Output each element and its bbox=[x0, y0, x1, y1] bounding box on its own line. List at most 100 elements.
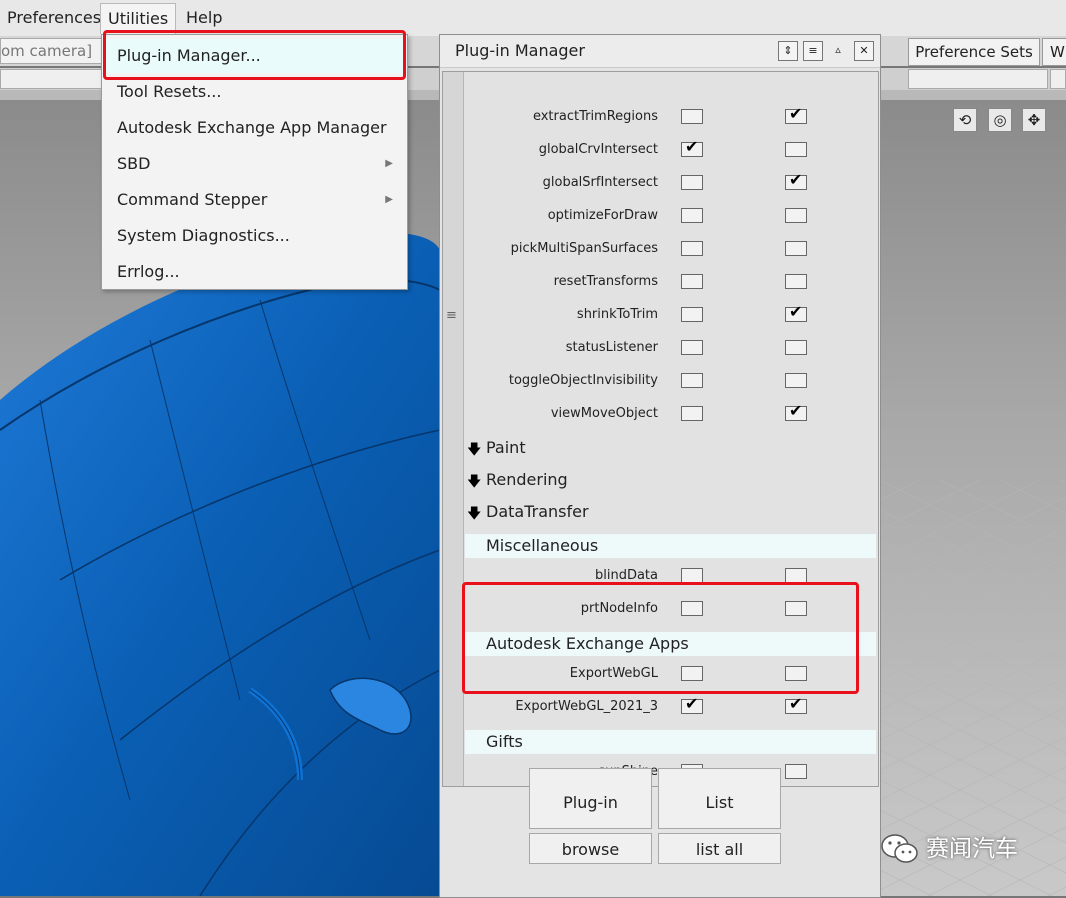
autoload-checkbox[interactable] bbox=[785, 601, 807, 616]
checkmark-icon: ✔ bbox=[685, 137, 699, 156]
list-sidebar: ≡ bbox=[443, 72, 464, 786]
resize-icon[interactable]: ⇕ bbox=[778, 41, 798, 61]
loaded-checkbox[interactable]: ✔ bbox=[681, 137, 703, 157]
submenu-arrow-icon: ▶ bbox=[385, 158, 393, 169]
plugin-row: toggleObjectInvisibility bbox=[465, 364, 876, 397]
section-gifts[interactable]: Gifts bbox=[465, 730, 876, 754]
loaded-checkbox[interactable] bbox=[681, 241, 703, 256]
menu-item-tool-resets[interactable]: Tool Resets... bbox=[103, 75, 405, 109]
viewport-tumble-icon[interactable]: ⟲ bbox=[953, 108, 977, 132]
window-title-bar[interactable]: Plug-in Manager ⇕ ≡ ▵ ✕ bbox=[440, 35, 880, 68]
autoload-checkbox[interactable] bbox=[785, 142, 807, 157]
viewport-zoom-icon[interactable]: ◎ bbox=[988, 108, 1012, 132]
menu-item-sbd[interactable]: SBD ▶ bbox=[103, 147, 405, 181]
menu-preferences[interactable]: Preferences bbox=[0, 3, 108, 33]
section-miscellaneous[interactable]: Miscellaneous bbox=[465, 534, 876, 558]
plugin-manager-window: Plug-in Manager ⇕ ≡ ▵ ✕ ≡ extractTrimReg… bbox=[439, 34, 881, 898]
autoload-checkbox[interactable]: ✔ bbox=[785, 104, 807, 124]
menu-item-errlog[interactable]: Errlog... bbox=[103, 255, 405, 289]
plugin-row: extractTrimRegions ✔ bbox=[465, 100, 876, 133]
autoload-checkbox[interactable] bbox=[785, 241, 807, 256]
menu-item-command-stepper[interactable]: Command Stepper ▶ bbox=[103, 183, 405, 217]
grip-icon[interactable]: ≡ bbox=[446, 308, 457, 323]
menu-item-plugin-manager[interactable]: Plug-in Manager... bbox=[103, 39, 405, 73]
menu-bar: Preferences Utilities Help bbox=[0, 0, 1066, 37]
loaded-checkbox[interactable] bbox=[681, 406, 703, 421]
autoload-checkbox[interactable]: ✔ bbox=[785, 302, 807, 322]
menu-item-label: Plug-in Manager... bbox=[117, 46, 261, 65]
checkmark-icon: ✔ bbox=[789, 104, 803, 123]
autoload-checkbox[interactable] bbox=[785, 764, 807, 779]
loaded-checkbox[interactable] bbox=[681, 373, 703, 388]
section-label: Rendering bbox=[486, 470, 568, 489]
section-rendering[interactable]: 🡇 Rendering bbox=[465, 464, 876, 496]
plugin-list[interactable]: ≡ extractTrimRegions ✔ globalCrvIntersec… bbox=[442, 71, 879, 787]
autoload-checkbox[interactable] bbox=[785, 340, 807, 355]
plugin-row: prtNodeInfo bbox=[465, 592, 876, 625]
plugin-name: viewMoveObject bbox=[550, 406, 658, 421]
submenu-arrow-icon: ▶ bbox=[385, 194, 393, 205]
checkmark-icon: ✔ bbox=[789, 401, 803, 420]
viewport-pan-icon[interactable]: ✥ bbox=[1022, 108, 1046, 132]
shelf-field-right[interactable] bbox=[908, 69, 1048, 89]
loaded-checkbox[interactable] bbox=[681, 109, 703, 124]
plugin-name: optimizeForDraw bbox=[547, 208, 658, 223]
loaded-checkbox[interactable] bbox=[681, 175, 703, 190]
checkmark-icon: ✔ bbox=[789, 302, 803, 321]
menu-item-label: Autodesk Exchange App Manager bbox=[117, 118, 387, 137]
autoload-checkbox[interactable]: ✔ bbox=[785, 694, 807, 714]
shelf-field-far-right[interactable] bbox=[1050, 69, 1066, 89]
plugin-row: resetTransforms bbox=[465, 265, 876, 298]
plugin-name: statusListener bbox=[565, 340, 658, 355]
menu-lines-icon[interactable]: ≡ bbox=[803, 41, 823, 61]
section-paint[interactable]: 🡇 Paint bbox=[465, 432, 876, 464]
preference-sets-button[interactable]: Preference Sets bbox=[908, 38, 1040, 66]
shelf-field-left[interactable] bbox=[0, 69, 102, 89]
loaded-checkbox[interactable] bbox=[681, 601, 703, 616]
autoload-checkbox[interactable] bbox=[785, 274, 807, 289]
autoload-checkbox[interactable] bbox=[785, 568, 807, 583]
menu-item-label: SBD bbox=[117, 154, 151, 173]
autoload-checkbox[interactable]: ✔ bbox=[785, 401, 807, 421]
section-label: Paint bbox=[486, 438, 526, 457]
loaded-checkbox[interactable] bbox=[681, 274, 703, 289]
checkmark-icon: ✔ bbox=[789, 694, 803, 713]
autoload-checkbox[interactable]: ✔ bbox=[785, 172, 807, 190]
plugin-row: viewMoveObject ✔ bbox=[465, 397, 876, 430]
close-icon[interactable]: ✕ bbox=[854, 41, 874, 61]
loaded-checkbox[interactable] bbox=[681, 307, 703, 322]
browse-button[interactable]: browse bbox=[529, 833, 652, 864]
menu-item-system-diagnostics[interactable]: System Diagnostics... bbox=[103, 219, 405, 253]
section-label: DataTransfer bbox=[486, 502, 589, 521]
autoload-checkbox[interactable] bbox=[785, 666, 807, 681]
autoload-checkbox[interactable] bbox=[785, 208, 807, 223]
loaded-checkbox[interactable] bbox=[681, 208, 703, 223]
plugin-name: shrinkToTrim bbox=[576, 307, 658, 322]
menu-utilities[interactable]: Utilities bbox=[100, 3, 177, 34]
plugin-name: globalCrvIntersect bbox=[538, 142, 658, 157]
section-autodesk-exchange-apps[interactable]: Autodesk Exchange Apps bbox=[465, 632, 876, 656]
loaded-checkbox[interactable] bbox=[681, 568, 703, 583]
collapse-caret-icon[interactable]: ▵ bbox=[829, 41, 847, 59]
loaded-checkbox[interactable] bbox=[681, 340, 703, 355]
camera-field[interactable]: om camera] bbox=[0, 38, 102, 64]
plugin-name: ExportWebGL_2021_3 bbox=[515, 699, 658, 714]
plugin-name: prtNodeInfo bbox=[580, 601, 658, 616]
list-all-button[interactable]: list all bbox=[658, 833, 781, 864]
expand-arrow-icon: 🡇 bbox=[467, 474, 482, 490]
plugin-button[interactable]: Plug-in bbox=[529, 768, 652, 829]
plugin-row: statusListener bbox=[465, 331, 876, 364]
watermark-text: 赛闻汽车 bbox=[926, 836, 1018, 862]
plugin-row: pickMultiSpanSurfaces bbox=[465, 232, 876, 265]
list-button[interactable]: List bbox=[658, 768, 781, 829]
utilities-dropdown: Plug-in Manager... Tool Resets... Autode… bbox=[101, 34, 408, 290]
window-tab[interactable]: W bbox=[1042, 38, 1066, 66]
checkmark-icon: ✔ bbox=[685, 694, 699, 713]
autoload-checkbox[interactable] bbox=[785, 373, 807, 388]
menu-item-label: Tool Resets... bbox=[117, 82, 222, 101]
menu-item-exchange-app-manager[interactable]: Autodesk Exchange App Manager bbox=[103, 111, 405, 145]
menu-help[interactable]: Help bbox=[179, 3, 229, 33]
loaded-checkbox[interactable] bbox=[681, 666, 703, 681]
loaded-checkbox[interactable]: ✔ bbox=[681, 694, 703, 714]
section-datatransfer[interactable]: 🡇 DataTransfer bbox=[465, 496, 876, 528]
